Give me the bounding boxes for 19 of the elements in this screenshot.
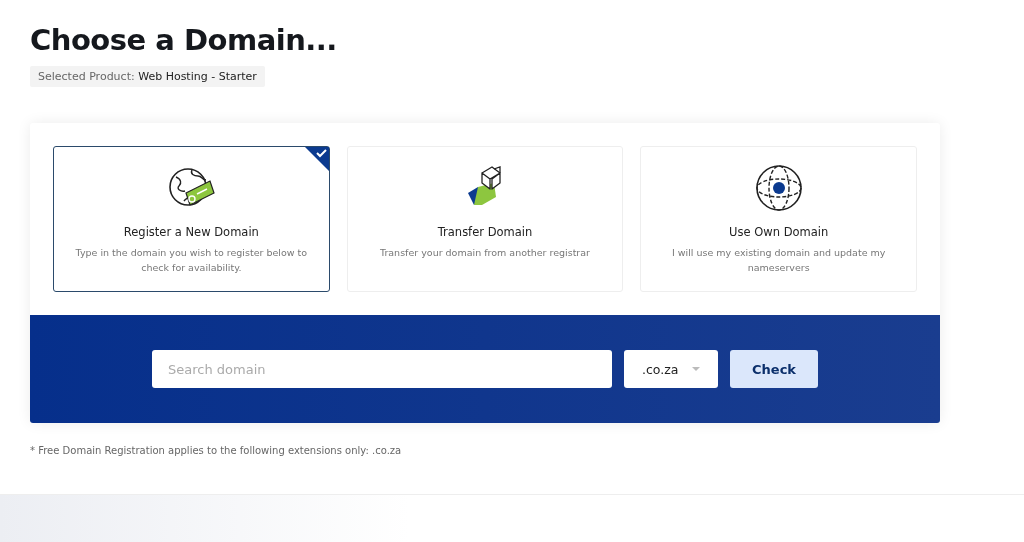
option-title: Transfer Domain bbox=[437, 225, 533, 240]
option-card[interactable]: Use Own Domain I will use my existing domain and update my nameservers bbox=[640, 146, 917, 292]
extension-dropdown[interactable]: .co.za bbox=[624, 350, 718, 388]
footnote: * Free Domain Registration applies to the following extensions only: .co.za bbox=[30, 445, 403, 456]
option-card[interactable]: Register a New Domain Type in the domain you wish to register below to check for availability. bbox=[53, 146, 330, 292]
caret-icon bbox=[692, 367, 700, 371]
check-button[interactable]: Check bbox=[730, 350, 818, 388]
product-name: Web Hosting - Starter bbox=[138, 69, 257, 84]
option-title: Use Own Domain bbox=[729, 225, 829, 240]
check-icon bbox=[304, 147, 329, 171]
option-description: Type in the domain you wish to register below to check for availability. bbox=[74, 246, 309, 275]
option-description: Transfer your domain from another registrar bbox=[380, 246, 590, 260]
globe-icon bbox=[753, 163, 804, 213]
page-title: Choose a Domain... bbox=[30, 22, 338, 58]
option-card[interactable]: Transfer Domain Transfer your domain from another registrar bbox=[346, 146, 624, 292]
search-field[interactable]: Search domain bbox=[152, 350, 612, 388]
product-label: Selected Product: bbox=[38, 69, 136, 84]
option-description: I will use my existing domain and update my nameservers bbox=[670, 246, 887, 275]
option-title: Register a New Domain bbox=[123, 225, 259, 240]
